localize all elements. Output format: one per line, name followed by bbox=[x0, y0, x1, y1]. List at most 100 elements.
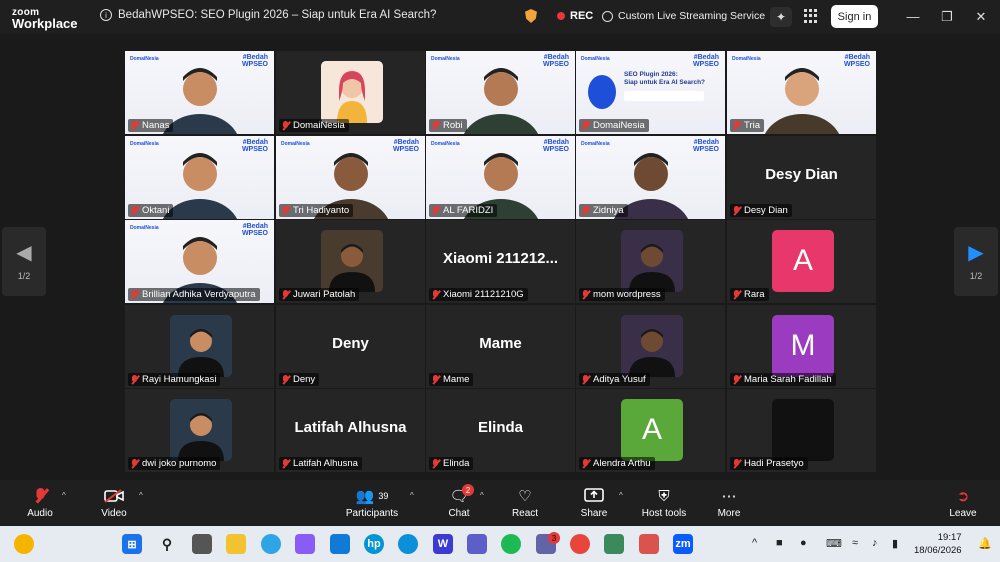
participant-tile[interactable]: dwi joko purnomo bbox=[125, 389, 274, 472]
participant-tile[interactable]: DomaiNesia #Bedah WPSEO Tria bbox=[727, 51, 876, 134]
next-page-button[interactable]: ▶ 1/2 bbox=[954, 227, 998, 296]
domainesia-logo: DomaiNesia bbox=[581, 56, 610, 62]
sparkle-icon[interactable]: ✦ bbox=[770, 7, 792, 27]
weather-icon[interactable] bbox=[14, 534, 34, 554]
page-indicator-right: 1/2 bbox=[969, 270, 983, 281]
audio-button[interactable]: Audio bbox=[22, 486, 58, 519]
chrome-icon[interactable] bbox=[570, 534, 590, 554]
participant-tile[interactable]: A Rara bbox=[727, 220, 876, 303]
leave-button[interactable]: ➲ Leave bbox=[948, 486, 978, 519]
teams-icon[interactable] bbox=[467, 534, 487, 554]
system-clock[interactable]: 19:17 18/06/2026 bbox=[914, 531, 962, 557]
info-icon[interactable]: i bbox=[100, 9, 112, 21]
participant-name: Rara bbox=[744, 289, 765, 300]
app-green-icon[interactable] bbox=[604, 534, 624, 554]
share-options-caret[interactable]: ^ bbox=[619, 491, 623, 500]
participants-label: Participants bbox=[345, 508, 399, 519]
participant-name: Desy Dian bbox=[744, 205, 788, 216]
participant-tile[interactable]: Rayi Hamungkasi bbox=[125, 305, 274, 388]
display-name-large: Deny bbox=[332, 335, 369, 352]
display-name-large: Latifah Alhusna bbox=[294, 419, 407, 436]
participant-tile[interactable]: mom wordpress bbox=[576, 220, 725, 303]
participant-tile[interactable]: DomaiNesia #Bedah WPSEO AL FARIDZI bbox=[426, 136, 575, 219]
zoom-taskbar-icon[interactable]: zm bbox=[673, 534, 693, 554]
app-w-icon[interactable]: W bbox=[433, 534, 453, 554]
store-icon[interactable] bbox=[330, 534, 350, 554]
wifi-icon[interactable]: ≈ bbox=[852, 537, 858, 549]
participant-tile[interactable]: Desy Dian Desy Dian bbox=[727, 136, 876, 219]
windows-start-icon[interactable]: ⊞ bbox=[122, 534, 142, 554]
participant-name: Mame bbox=[443, 374, 470, 385]
microphone-muted-icon bbox=[581, 374, 590, 385]
shield-icon[interactable] bbox=[525, 9, 537, 23]
restore-icon[interactable]: ❐ bbox=[939, 9, 955, 25]
edge-icon[interactable] bbox=[398, 534, 418, 554]
volume-icon[interactable]: ♪ bbox=[872, 537, 878, 549]
sign-in-button[interactable]: Sign in bbox=[831, 5, 878, 28]
avatar-letter: A bbox=[792, 244, 813, 277]
participant-name: DomaiNesia bbox=[293, 120, 345, 131]
participants-button[interactable]: 👥 39 Participants bbox=[344, 486, 400, 519]
minimize-icon[interactable]: — bbox=[905, 9, 921, 24]
browser-icon[interactable] bbox=[261, 534, 281, 554]
participant-tile[interactable]: Deny Deny bbox=[276, 305, 425, 388]
host-tools-button[interactable]: ⛨ Host tools bbox=[640, 486, 688, 520]
copilot-icon[interactable] bbox=[295, 534, 315, 554]
participant-tile[interactable]: Juwari Patolah bbox=[276, 220, 425, 303]
file-explorer-icon[interactable] bbox=[226, 534, 246, 554]
participant-tile[interactable]: DomaiNesia #Bedah WPSEO Zidniya bbox=[576, 136, 725, 219]
participant-tile[interactable]: DomaiNesia bbox=[276, 51, 425, 134]
participant-tile[interactable]: Mame Mame bbox=[426, 305, 575, 388]
participant-tile[interactable]: Hadi Prasetyo bbox=[727, 389, 876, 472]
rec-indicator[interactable]: REC bbox=[557, 10, 593, 22]
apps-grid-icon[interactable] bbox=[804, 9, 818, 23]
app-red-icon[interactable] bbox=[639, 534, 659, 554]
participant-tile[interactable]: DomaiNesia #Bedah WPSEO Brillian Adhika Ve… bbox=[125, 220, 274, 303]
initial-avatar: M bbox=[772, 315, 834, 377]
participant-tile[interactable]: DomaiNesia #Bedah WPSEO Oktani bbox=[125, 136, 274, 219]
video-options-caret[interactable]: ^ bbox=[139, 491, 143, 500]
participant-tile[interactable]: Elinda Elinda bbox=[426, 389, 575, 472]
participant-tile[interactable]: DomaiNesia #Bedah WPSEO Tri Hadiyanto bbox=[276, 136, 425, 219]
close-icon[interactable]: ✕ bbox=[973, 9, 989, 25]
participant-tile[interactable]: Latifah Alhusna Latifah Alhusna bbox=[276, 389, 425, 472]
video-button[interactable]: Video bbox=[96, 486, 132, 519]
initial-avatar: A bbox=[772, 230, 834, 292]
participant-tile[interactable]: DomaiNesia #Bedah WPSEO Nanas bbox=[125, 51, 274, 134]
participant-name-tag: Elinda bbox=[429, 457, 474, 470]
react-button[interactable]: ♡ React bbox=[510, 486, 540, 519]
task-view-icon[interactable] bbox=[192, 534, 212, 554]
participant-tile[interactable]: Aditya Yusuf bbox=[576, 305, 725, 388]
search-icon[interactable]: ⚲ bbox=[157, 534, 177, 554]
participant-name: mom wordpress bbox=[593, 289, 661, 300]
chat-options-caret[interactable]: ^ bbox=[480, 491, 484, 500]
hp-icon[interactable]: hp bbox=[364, 534, 384, 554]
participant-tile[interactable]: Xiaomi 211212... Xiaomi 21121210G bbox=[426, 220, 575, 303]
page-indicator-left: 1/2 bbox=[17, 270, 31, 281]
participant-name: Tria bbox=[744, 120, 761, 131]
participant-tile[interactable]: A Alendra Arthu bbox=[576, 389, 725, 472]
react-label: React bbox=[511, 508, 539, 519]
more-button[interactable]: ⋯ More bbox=[714, 486, 744, 519]
display-name-large: Mame bbox=[479, 335, 522, 352]
participants-options-caret[interactable]: ^ bbox=[410, 491, 414, 500]
participant-name-tag: Zidniya bbox=[579, 204, 628, 217]
live-stream-icon bbox=[602, 10, 613, 22]
participant-name-tag: Juwari Patolah bbox=[279, 288, 360, 301]
spotify-icon[interactable] bbox=[501, 534, 521, 554]
participant-tile[interactable]: DomaiNesia #Bedah WPSEO Robi bbox=[426, 51, 575, 134]
prev-page-button[interactable]: ◀ 1/2 bbox=[2, 227, 46, 296]
meeting-title[interactable]: i BedahWPSEO: SEO Plugin 2026 – Siap unt… bbox=[100, 9, 436, 21]
tray-chevron-up-icon[interactable]: ^ bbox=[752, 537, 757, 549]
battery-icon[interactable]: ▮ bbox=[892, 537, 898, 550]
share-button[interactable]: Share bbox=[578, 486, 610, 519]
keyboard-icon[interactable]: ⌨ bbox=[826, 537, 842, 550]
participant-tile[interactable]: DomaiNesia #Bedah WPSEO SEO Plugin 2026: S… bbox=[576, 51, 725, 134]
participant-name: dwi joko purnomo bbox=[142, 458, 217, 469]
participant-tile[interactable]: M Maria Sarah Fadillah bbox=[727, 305, 876, 388]
live-stream-status[interactable]: Custom Live Streaming Service ⌄ bbox=[602, 10, 777, 22]
tray-meet-icon[interactable]: ■ bbox=[776, 537, 783, 549]
tray-mic-icon[interactable]: ● bbox=[800, 537, 807, 549]
notifications-icon[interactable]: 🔔 bbox=[978, 537, 992, 550]
audio-options-caret[interactable]: ^ bbox=[62, 491, 66, 500]
